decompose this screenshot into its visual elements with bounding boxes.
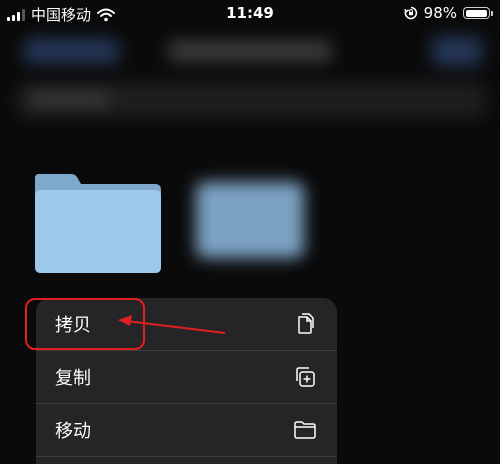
menu-item-label: 移动	[55, 421, 91, 442]
menu-item-label: 复制	[55, 368, 91, 389]
blurred-folder	[196, 182, 304, 258]
folder-icon	[294, 421, 316, 439]
screen: 中国移动 11:49 98% 拷贝 复制 移动	[0, 0, 500, 464]
blurred-search-placeholder	[30, 92, 110, 106]
menu-item-partial[interactable]	[36, 457, 337, 464]
blurred-title	[168, 40, 332, 62]
battery-icon	[463, 7, 493, 19]
menu-item-move[interactable]: 移动	[36, 404, 337, 457]
copy-icon	[298, 313, 314, 334]
duplicate-icon	[296, 367, 315, 387]
battery-percent: 98%	[423, 4, 457, 22]
blurred-nav-button	[432, 36, 482, 66]
annotation-arrow	[118, 315, 226, 334]
status-bar: 中国移动 11:49 98%	[0, 0, 500, 28]
orientation-lock-icon	[403, 6, 417, 20]
blurred-nav-button	[24, 38, 119, 64]
menu-item-duplicate[interactable]: 复制	[36, 351, 337, 404]
folder-icon[interactable]	[35, 174, 161, 273]
